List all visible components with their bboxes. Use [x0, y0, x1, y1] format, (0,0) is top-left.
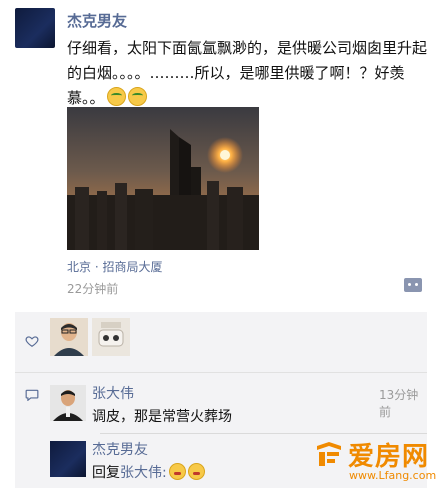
emoji-icon	[187, 463, 205, 480]
comment-icon	[25, 389, 39, 401]
post-text: 仔细看，太阳下面氤氲飘渺的，是供暖公司烟囱里升起的白烟。。。。………所以，是哪里…	[67, 36, 432, 111]
emoji-icon	[127, 87, 147, 106]
heart-icon	[25, 336, 39, 347]
liker-avatar[interactable]	[92, 318, 130, 356]
location-link[interactable]: 北京 · 招商局大厦	[67, 258, 162, 275]
post-time: 22分钟前	[67, 282, 119, 296]
watermark-brand: 爱房网	[348, 442, 430, 472]
watermark-url: www.Lfang.com	[349, 469, 437, 482]
comment-text: 回复张大伟:	[92, 462, 205, 482]
author-avatar[interactable]	[15, 8, 55, 48]
author-name[interactable]: 杰克男友	[67, 10, 127, 31]
comment-text: 调皮，那是常营火葬场	[92, 409, 232, 425]
reply-label: 回复	[92, 465, 120, 481]
liker-avatar[interactable]	[50, 318, 88, 356]
comment-divider	[100, 433, 427, 434]
commenter-avatar[interactable]	[50, 385, 86, 421]
commenter-name[interactable]: 杰克男友	[92, 439, 148, 459]
watermark: 爱房网 www.Lfang.com	[315, 436, 440, 484]
likes-section	[15, 312, 427, 372]
emoji-icon	[106, 87, 126, 106]
watermark-logo-icon	[317, 442, 341, 466]
comment-time: 13分钟前	[379, 388, 419, 419]
more-options-icon[interactable]	[404, 278, 422, 292]
reply-target[interactable]: 张大伟:	[120, 465, 167, 481]
post-photo[interactable]	[67, 107, 259, 250]
comment-item[interactable]: 张大伟 13分钟前 调皮，那是常营火葬场	[50, 381, 427, 441]
commenter-avatar[interactable]	[50, 441, 86, 477]
commenter-name[interactable]: 张大伟	[92, 383, 134, 403]
emoji-icon	[168, 463, 186, 480]
moment-post: 杰克男友 仔细看，太阳下面氤氲飘渺的，是供暖公司烟囱里升起的白烟。。。。………所…	[0, 0, 444, 310]
